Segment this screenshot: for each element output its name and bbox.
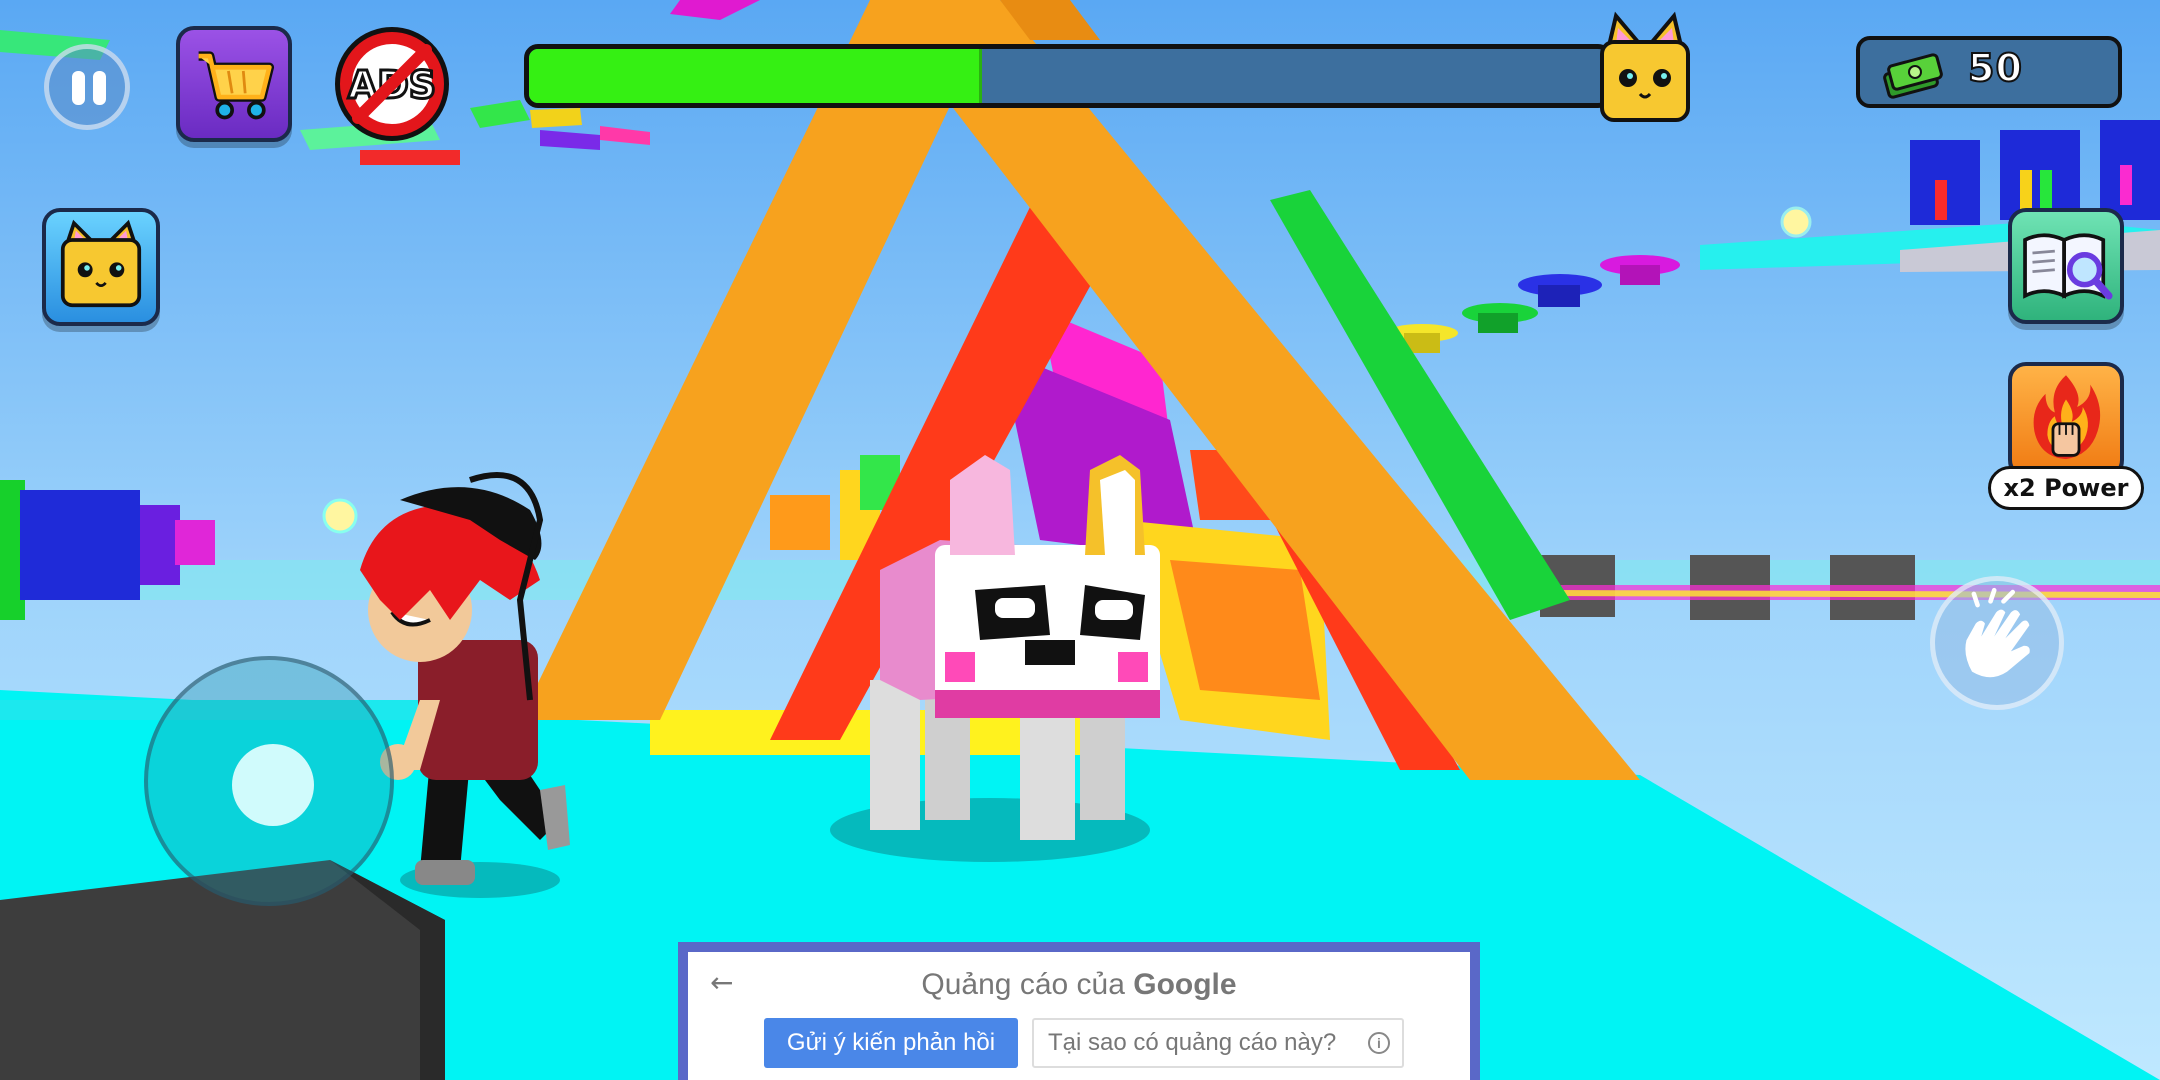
ad-banner[interactable]: ← Quảng cáo của Google Gửi ý kiến phản h… — [678, 942, 1480, 1080]
ad-title: Quảng cáo của Google — [688, 968, 1470, 1002]
pets-button[interactable] — [42, 208, 160, 326]
game-scene — [0, 0, 2160, 1080]
fire-fist-icon — [2033, 375, 2101, 460]
progress-goal-marker — [1590, 10, 1700, 128]
cash-icon — [1883, 53, 1943, 99]
no-ads-icon: ADS — [335, 27, 449, 141]
wave-emote-button[interactable] — [1930, 576, 2064, 710]
progress-fill — [529, 49, 982, 103]
movement-joystick[interactable] — [144, 656, 394, 906]
wave-hand-icon — [1965, 587, 2030, 678]
cat-pet-icon — [60, 219, 142, 308]
joystick-knob[interactable] — [232, 744, 314, 826]
pause-icon — [72, 71, 85, 105]
pause-button[interactable] — [44, 44, 130, 130]
why-this-ad-label: Tại sao có quảng cáo này? — [1048, 1029, 1337, 1056]
ad-title-prefix: Quảng cáo của — [921, 968, 1134, 1001]
ad-title-brand: Google — [1133, 968, 1237, 1001]
shop-button[interactable] — [176, 26, 292, 142]
collection-book-button[interactable] — [2008, 208, 2124, 324]
x2-power-button[interactable] — [2008, 362, 2124, 478]
why-this-ad-button[interactable]: Tại sao có quảng cáo này? i — [1032, 1018, 1404, 1068]
x2-power-label: x2 Power — [1988, 466, 2144, 510]
shopping-cart-icon — [198, 51, 275, 120]
cat-pet-icon — [1600, 11, 1690, 122]
cash-value: 50 — [1967, 45, 2023, 91]
cash-counter: 50 — [1856, 36, 2122, 108]
remove-ads-button[interactable]: ADS — [330, 22, 454, 146]
send-feedback-button[interactable]: Gửi ý kiến phản hồi — [764, 1018, 1018, 1068]
level-progress-bar — [524, 44, 1612, 108]
ad-banner-panel: ← Quảng cáo của Google Gửi ý kiến phản h… — [688, 952, 1470, 1080]
info-icon: i — [1368, 1032, 1390, 1054]
book-magnifier-icon — [2023, 233, 2113, 300]
